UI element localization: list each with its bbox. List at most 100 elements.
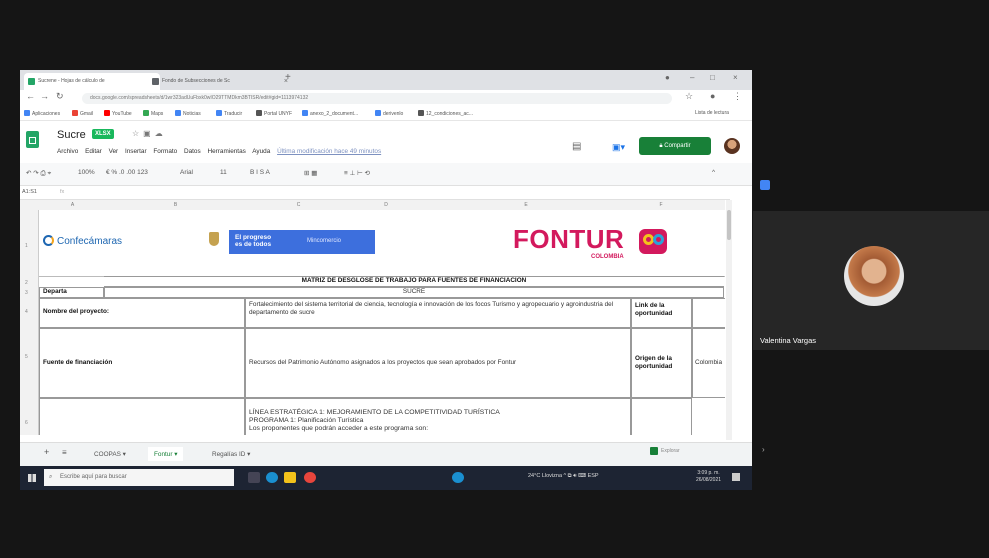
menu-herramientas[interactable]: Herramientas bbox=[207, 148, 245, 155]
account-icon[interactable]: ● bbox=[710, 91, 715, 101]
menu-archivo[interactable]: Archivo bbox=[57, 148, 78, 155]
scrollbar-thumb[interactable] bbox=[727, 210, 731, 240]
alignment-buttons[interactable]: ≡ ⊥ ⊢ ⟲ bbox=[344, 169, 370, 177]
back-icon[interactable]: ← bbox=[26, 91, 35, 101]
column-header[interactable]: E bbox=[421, 202, 631, 208]
link-value[interactable] bbox=[692, 298, 725, 328]
minimize-icon[interactable]: – bbox=[690, 73, 694, 82]
undo-redo-print-icons[interactable]: ↶ ↷ ⎙ ⌖ bbox=[26, 169, 51, 178]
comments-icon[interactable]: ▤ bbox=[572, 141, 581, 152]
bookmark-translate[interactable]: Traducir bbox=[216, 110, 242, 117]
reading-list[interactable]: Lista de lectura bbox=[695, 110, 729, 116]
bookmark-news[interactable]: Noticias bbox=[175, 110, 201, 117]
window-close-icon[interactable]: × bbox=[733, 73, 738, 82]
bookmark-apps[interactable]: Aplicaciones bbox=[24, 110, 60, 117]
project-name-value[interactable]: Fortalecimiento del sistema territorial … bbox=[245, 298, 631, 328]
name-box[interactable]: A1:S1 bbox=[22, 189, 37, 195]
column-header[interactable]: B bbox=[105, 202, 246, 208]
maximize-icon[interactable]: □ bbox=[710, 73, 715, 82]
explore-button[interactable]: Explorar bbox=[650, 447, 680, 455]
notifications-icon[interactable] bbox=[732, 473, 740, 481]
star-icon[interactable]: ☆ bbox=[132, 129, 143, 138]
file-explorer-icon[interactable] bbox=[284, 472, 296, 483]
funding-source-value[interactable]: Recursos del Patrimonio Autónomo asignad… bbox=[245, 328, 631, 398]
sheet-tab-regalias[interactable]: Regalías ID ▾ bbox=[212, 450, 250, 458]
document-title[interactable]: Sucre bbox=[57, 129, 86, 141]
column-header[interactable]: C bbox=[246, 202, 351, 208]
calendar-icon[interactable] bbox=[760, 180, 770, 190]
browser-tab-second[interactable]: Fondo de Subsecciones de Sc × bbox=[148, 73, 292, 90]
bookmark-derivenlo[interactable]: derivenlo bbox=[375, 110, 403, 117]
new-tab-icon[interactable]: + bbox=[285, 72, 291, 83]
windows-start-icon[interactable] bbox=[28, 474, 36, 482]
matrix-title[interactable]: MATRIZ DE DESGLOSE DE TRABAJO PARA FUENT… bbox=[104, 276, 724, 287]
sheet-tab-coopas[interactable]: COOPAS ▾ bbox=[94, 450, 126, 458]
chrome-icon[interactable] bbox=[304, 472, 316, 483]
row-header[interactable]: 4 bbox=[25, 309, 28, 315]
avatar[interactable] bbox=[724, 138, 740, 154]
origin-value[interactable]: Colombia bbox=[692, 328, 725, 398]
strategy-text[interactable]: LÍNEA ESTRATÉGICA 1: MEJORAMIENTO DE LA … bbox=[245, 398, 631, 435]
cloud-icon[interactable]: ☁ bbox=[155, 129, 167, 138]
text-style-buttons[interactable]: B I S A bbox=[250, 169, 270, 176]
fill-borders-buttons[interactable]: ⊞ ▦ bbox=[304, 169, 317, 177]
strategy-row-label[interactable] bbox=[39, 398, 245, 435]
sheet-tab-fontur[interactable]: Fontur ▾ bbox=[148, 447, 184, 461]
department-value[interactable]: SUCRE bbox=[104, 287, 724, 298]
menu-editar[interactable]: Editar bbox=[85, 148, 102, 155]
column-header[interactable]: A bbox=[40, 202, 105, 208]
collapse-toolbar-icon[interactable]: ^ bbox=[712, 169, 715, 176]
menu-datos[interactable]: Datos bbox=[184, 148, 201, 155]
number-format-buttons[interactable]: € % .0 .00 123 bbox=[106, 169, 148, 176]
tray-icons[interactable]: ^ ⧉ 🔊︎ ⌨ bbox=[564, 473, 588, 479]
taskbar-clock[interactable]: 3:09 p. m. 26/08/2021 bbox=[696, 470, 721, 483]
menu-formato[interactable]: Formato bbox=[153, 148, 177, 155]
menu-ayuda[interactable]: Ayuda bbox=[252, 148, 270, 155]
row-header[interactable]: 6 bbox=[25, 420, 28, 426]
language-indicator[interactable]: ESP bbox=[588, 473, 599, 479]
row-header[interactable]: 2 bbox=[25, 280, 28, 286]
menu-insertar[interactable]: Insertar bbox=[125, 148, 147, 155]
task-view-icon[interactable] bbox=[248, 472, 260, 483]
extensions-icon[interactable]: ☆ bbox=[685, 91, 693, 102]
last-edit-link[interactable]: Última modificación hace 49 minutos bbox=[277, 148, 381, 155]
taskbar-search-input[interactable]: ⌕ Escribe aquí para buscar bbox=[44, 469, 234, 486]
edge-icon[interactable] bbox=[266, 472, 278, 483]
bookmark-anexo[interactable]: anexo_2_document... bbox=[302, 110, 358, 117]
row-header[interactable]: 5 bbox=[25, 354, 28, 360]
funding-source-label[interactable]: Fuente de financiación bbox=[39, 328, 245, 398]
origin-label[interactable]: Origen de la oportunidad bbox=[631, 328, 692, 398]
meet-icon[interactable]: ▣▾ bbox=[612, 142, 625, 153]
browser-tab-sheets[interactable]: Sucrene - Hojas de cálculo de × bbox=[24, 73, 160, 90]
participant-tile[interactable]: Valentina Vargas bbox=[753, 211, 989, 350]
sheets-logo-icon[interactable] bbox=[26, 131, 39, 148]
row-header[interactable]: 1 bbox=[25, 243, 28, 249]
expand-side-panel-icon[interactable]: › bbox=[762, 445, 765, 454]
profile-icon[interactable]: ● bbox=[665, 73, 670, 82]
address-bar[interactable]: docs.google.com/spreadsheets/d/1wr323adU… bbox=[82, 93, 672, 104]
add-sheet-button[interactable]: + bbox=[44, 447, 49, 457]
share-button[interactable]: 🔒︎ Compartir bbox=[639, 137, 711, 155]
menu-ver[interactable]: Ver bbox=[109, 148, 119, 155]
department-label[interactable]: Departa bbox=[39, 287, 104, 298]
reload-icon[interactable]: ↻ bbox=[56, 91, 64, 102]
spreadsheet-grid[interactable]: Confecámaras El progreso es de todos Minc… bbox=[39, 210, 725, 435]
link-label[interactable]: Link de la oportunidad bbox=[631, 298, 692, 328]
strategy-row-extra[interactable] bbox=[631, 398, 692, 435]
column-header[interactable]: D bbox=[351, 202, 421, 208]
forward-icon[interactable]: → bbox=[40, 91, 49, 101]
column-header[interactable]: F bbox=[631, 202, 691, 208]
bookmark-gmail[interactable]: Gmail bbox=[72, 110, 93, 117]
row-header[interactable]: 3 bbox=[25, 290, 28, 296]
browser-menu-icon[interactable]: ⋮ bbox=[733, 91, 742, 102]
bookmark-maps[interactable]: Maps bbox=[143, 110, 163, 117]
project-name-label[interactable]: Nombre del proyecto: bbox=[39, 298, 245, 328]
pinned-app-icon[interactable] bbox=[452, 472, 464, 483]
font-size-select[interactable]: 11 bbox=[220, 169, 227, 176]
bookmark-portal[interactable]: Portal UNYF bbox=[256, 110, 292, 117]
bookmark-condiciones[interactable]: 12_condiciones_ac... bbox=[418, 110, 473, 117]
font-select[interactable]: Arial bbox=[180, 169, 193, 176]
all-sheets-button[interactable]: ≡ bbox=[62, 448, 67, 457]
zoom-select[interactable]: 100% bbox=[78, 169, 95, 176]
weather-widget[interactable]: 24°C Llovizna bbox=[528, 473, 562, 479]
